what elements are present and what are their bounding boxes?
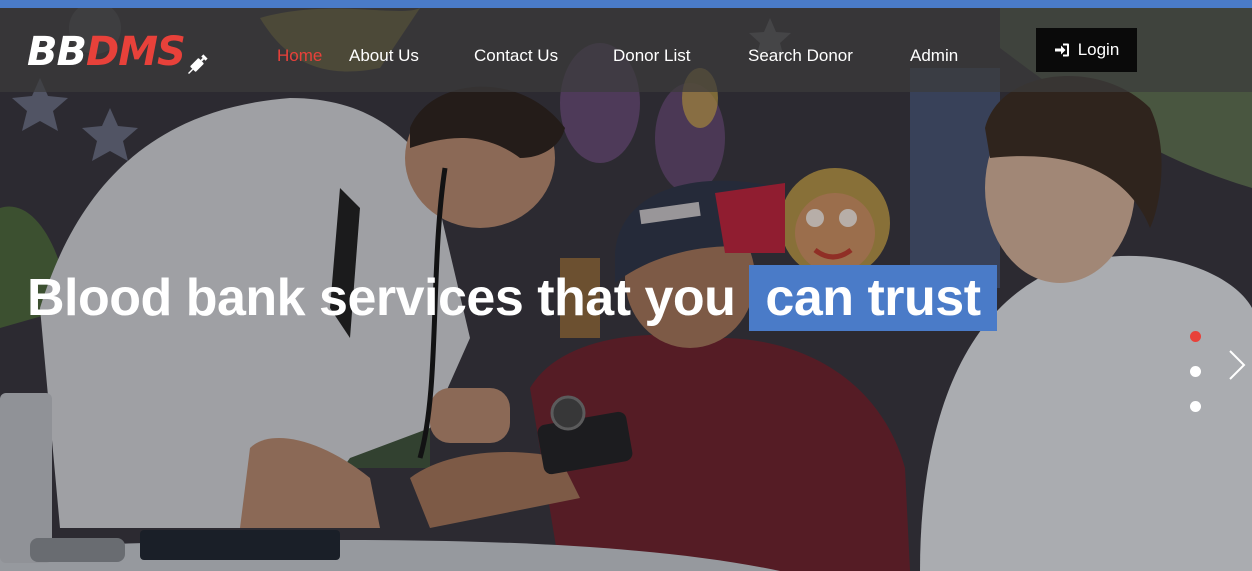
nav-contact-us[interactable]: Contact Us [474,46,558,70]
headline-highlight-text: can trust [749,265,997,331]
login-button[interactable]: Login [1036,28,1137,72]
nav-donor-list[interactable]: Donor List [613,46,690,70]
nav-search-donor[interactable]: Search Donor [748,46,853,70]
sign-in-icon [1054,43,1069,57]
logo-part-bb: BB [27,29,87,75]
nav-admin[interactable]: Admin [910,46,958,70]
carousel-indicator-3[interactable] [1190,401,1201,412]
syringe-icon [188,54,208,74]
brand-logo[interactable]: BBDMS [27,29,186,75]
navbar: BBDMS Home About Us Contact Us Donor Lis… [0,8,1252,92]
hero-headline: Blood bank services that you can trust [27,265,997,331]
headline-main-text: Blood bank services that you [27,269,736,327]
carousel-indicator-2[interactable] [1190,366,1201,377]
top-accent-strip [0,0,1252,8]
nav-about-us[interactable]: About Us [349,46,419,70]
login-label: Login [1077,40,1120,59]
carousel-next-arrow-icon[interactable] [1226,348,1248,382]
carousel-indicator-1[interactable] [1190,331,1201,342]
logo-part-dms: DMS [85,29,186,75]
nav-home[interactable]: Home [277,46,322,70]
